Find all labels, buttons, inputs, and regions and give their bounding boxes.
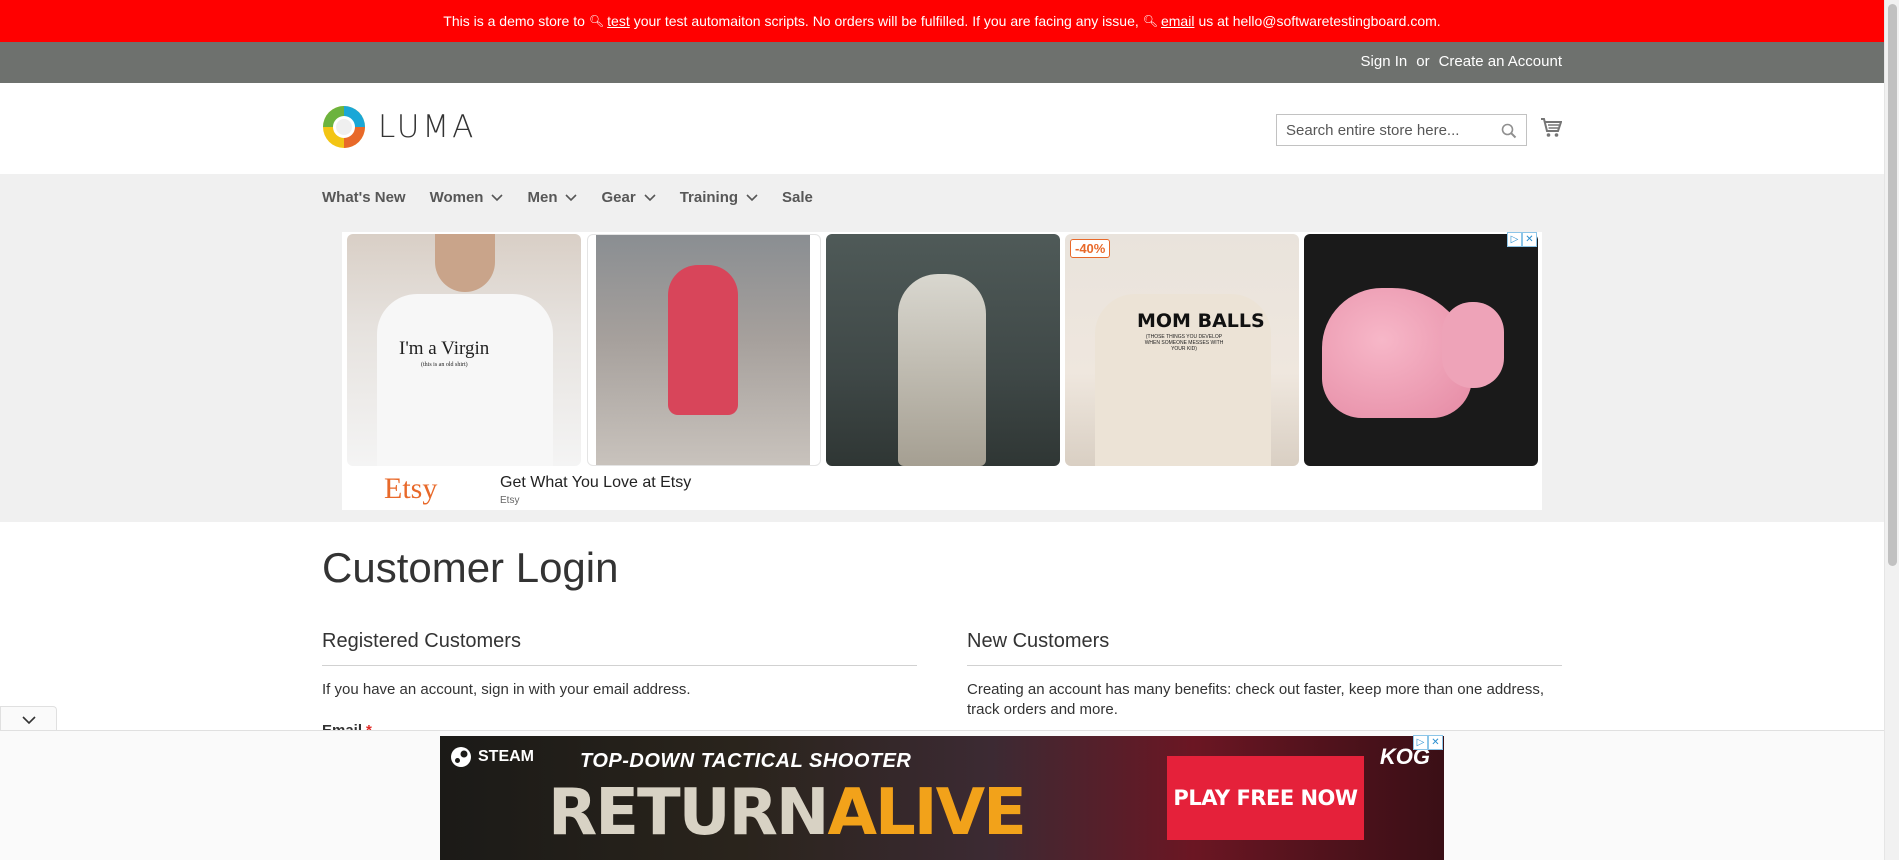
search-input[interactable] <box>1277 115 1526 145</box>
steam-text: STEAM <box>478 748 534 765</box>
nav-item-label: Sale <box>782 189 813 206</box>
ad-shirt-text: I'm a Virgin <box>399 338 490 359</box>
cart-button[interactable] <box>1540 118 1563 143</box>
nav-item-women[interactable]: Women <box>430 189 504 206</box>
ad-gown-shape <box>898 274 986 466</box>
ad-photo-dress <box>596 235 810 465</box>
steam-logo-icon <box>451 747 471 767</box>
create-account-link[interactable]: Create an Account <box>1439 53 1562 70</box>
scrollbar-thumb[interactable] <box>1888 4 1897 566</box>
new-customers-block: New Customers Creating an account has ma… <box>967 630 1562 720</box>
or-separator: or <box>1416 53 1430 70</box>
site-header: LUMA <box>0 83 1884 174</box>
nav-item-label: What's New <box>322 189 406 206</box>
page-scrollbar[interactable] <box>1884 0 1899 860</box>
ad-product-tile[interactable]: I'm a Virgin (this is an old shirt) <box>347 234 581 466</box>
steam-game-ad[interactable]: STEAM TOP-DOWN TACTICAL SHOOTER RETURNAL… <box>440 736 1444 860</box>
search-icon[interactable] <box>1501 123 1517 139</box>
chevron-down-icon <box>21 715 36 724</box>
game-title-part1: RETURN <box>548 776 829 850</box>
steam-label: STEAM <box>450 746 534 768</box>
banner-email-link[interactable]: email <box>1161 13 1194 29</box>
account-bar: Sign In or Create an Account <box>0 42 1884 83</box>
ad-tagline: TOP-DOWN TACTICAL SHOOTER <box>580 750 912 772</box>
luma-logo-icon <box>323 106 365 148</box>
banner-text-2: your test automaiton scripts. No orders … <box>633 13 1139 29</box>
ad-shirt-subtext: (this is an old shirt) <box>421 362 468 368</box>
ad-product-tile[interactable] <box>587 234 821 466</box>
discount-badge: -40% <box>1070 239 1111 258</box>
ad-headline[interactable]: Get What You Love at Etsy <box>500 474 691 492</box>
magnifier-icon: 🔍︎ <box>588 14 605 28</box>
luma-logo[interactable]: LUMA <box>322 105 476 149</box>
chevron-down-icon <box>491 193 504 201</box>
ad-footer[interactable]: Etsy Get What You Love at Etsy Etsy <box>342 468 1542 510</box>
page-title: Customer Login <box>322 544 619 591</box>
chevron-down-icon <box>644 193 656 201</box>
search-box <box>1276 114 1527 146</box>
demo-store-banner: This is a demo store to 🔍︎ test your tes… <box>0 0 1884 42</box>
game-title-part2: ALIVE <box>827 776 1026 850</box>
sign-in-link[interactable]: Sign In <box>1361 53 1408 70</box>
nav-item-label: Training <box>679 189 739 206</box>
ad-sweatshirt-text: MOM BALLS <box>1137 310 1265 332</box>
shopping-cart-icon <box>1541 118 1563 137</box>
banner-test-link[interactable]: test <box>607 13 630 29</box>
play-free-button[interactable]: PLAY FREE NOW <box>1167 756 1364 840</box>
ad-tshirt-shape <box>377 294 553 466</box>
game-title: RETURNALIVE <box>548 776 1027 850</box>
ad-collapse-toggle[interactable] <box>0 706 57 732</box>
nav-item-training[interactable]: Training <box>680 189 758 206</box>
new-customers-heading: New Customers <box>967 630 1562 666</box>
nav-item-gear[interactable]: Gear <box>601 189 656 206</box>
ad-product-tile[interactable] <box>1304 234 1538 466</box>
main-nav: What's New Women Men Gear Training Sale <box>322 189 837 206</box>
ad-source: Etsy <box>500 495 520 506</box>
banner-text-3: us at hello@softwaretestingboard.com. <box>1198 13 1441 29</box>
etsy-ad-banner[interactable]: I'm a Virgin (this is an old shirt) -40%… <box>342 232 1542 510</box>
adchoices-icon[interactable]: ▷ <box>1507 232 1522 247</box>
registered-customers-text: If you have an account, sign in with you… <box>322 681 691 698</box>
close-icon[interactable]: ✕ <box>1522 232 1537 247</box>
chevron-down-icon <box>565 193 578 201</box>
adchoices-controls: ▷ ✕ <box>1507 232 1537 247</box>
nav-item-men[interactable]: Men <box>527 189 578 206</box>
nav-item-label: Women <box>429 189 484 206</box>
registered-customers-block: Registered Customers If you have an acco… <box>322 630 917 700</box>
ad-product-tile[interactable]: -40% MOM BALLS (THOSE THINGS YOU DEVELOP… <box>1065 234 1299 466</box>
ad-red-dress-shape <box>668 265 738 415</box>
nav-item-label: Men <box>527 189 558 206</box>
magnifier-icon: 🔍︎ <box>1142 14 1158 28</box>
nav-item-sale[interactable]: Sale <box>782 189 813 206</box>
registered-customers-heading: Registered Customers <box>322 630 917 666</box>
bottom-ad-controls: ▷ ✕ <box>1413 735 1443 750</box>
ad-model-head <box>435 234 495 292</box>
ad-sweatshirt-subtext: (THOSE THINGS YOU DEVELOP WHEN SOMEONE M… <box>1144 334 1224 352</box>
banner-text-1: This is a demo store to <box>443 13 585 29</box>
chevron-down-icon <box>746 193 758 201</box>
nav-item-label: Gear <box>601 189 636 206</box>
adchoices-icon[interactable]: ▷ <box>1413 735 1428 750</box>
ad-product-tile[interactable] <box>826 234 1060 466</box>
nav-item-whats-new[interactable]: What's New <box>322 189 406 206</box>
etsy-logo: Etsy <box>384 472 438 505</box>
ad-pink-head-shape <box>1442 302 1504 388</box>
close-icon[interactable]: ✕ <box>1428 735 1443 750</box>
new-customers-text: Creating an account has many benefits: c… <box>967 681 1545 718</box>
logo-text: LUMA <box>378 109 477 145</box>
